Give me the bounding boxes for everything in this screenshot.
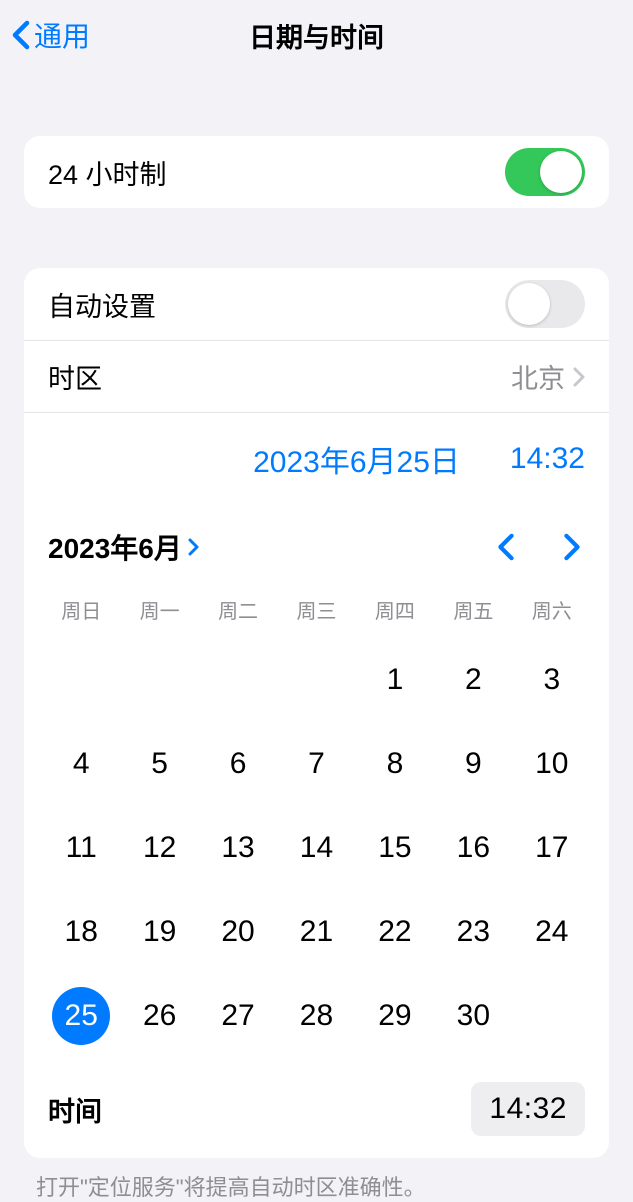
chevron-right-icon: [573, 367, 585, 387]
calendar-day[interactable]: 20: [199, 902, 277, 962]
picker-date-button[interactable]: 2023年6月25日: [253, 437, 460, 481]
calendar-day[interactable]: 1: [356, 650, 434, 710]
calendar-day[interactable]: 22: [356, 902, 434, 962]
calendar-day[interactable]: 4: [42, 734, 120, 794]
back-label: 通用: [34, 15, 90, 55]
picker-time-button[interactable]: 14:32: [510, 442, 585, 476]
calendar-day[interactable]: 30: [434, 986, 512, 1046]
calendar-empty-cell: [277, 650, 355, 710]
calendar-day[interactable]: 23: [434, 902, 512, 962]
chevron-right-icon: [188, 537, 200, 557]
calendar-day[interactable]: 5: [120, 734, 198, 794]
calendar-day[interactable]: 19: [120, 902, 198, 962]
calendar-day[interactable]: 29: [356, 986, 434, 1046]
timezone-label: 时区: [48, 357, 102, 396]
time-label: 时间: [48, 1090, 102, 1129]
back-button[interactable]: 通用: [0, 15, 90, 55]
calendar-day[interactable]: 13: [199, 818, 277, 878]
calendar-day[interactable]: 6: [199, 734, 277, 794]
calendar-day[interactable]: 8: [356, 734, 434, 794]
calendar-day[interactable]: 3: [513, 650, 591, 710]
twenty-four-hour-label: 24 小时制: [48, 153, 167, 192]
timezone-row[interactable]: 时区 北京: [24, 340, 609, 412]
calendar-day[interactable]: 26: [120, 986, 198, 1046]
calendar-day[interactable]: 21: [277, 902, 355, 962]
chevron-left-icon: [12, 20, 30, 50]
calendar-day[interactable]: 2: [434, 650, 512, 710]
calendar-weekday: 周六: [513, 589, 591, 630]
calendar-prev-button[interactable]: [493, 529, 519, 565]
time-value-button[interactable]: 14:32: [471, 1082, 585, 1136]
calendar-weekday: 周五: [434, 589, 512, 630]
calendar-weekday: 周一: [120, 589, 198, 630]
twenty-four-hour-row: 24 小时制: [24, 136, 609, 208]
calendar-weekday: 周二: [199, 589, 277, 630]
calendar-next-button[interactable]: [559, 529, 585, 565]
calendar-day[interactable]: 7: [277, 734, 355, 794]
calendar-day[interactable]: 16: [434, 818, 512, 878]
calendar-month-label: 2023年6月: [48, 527, 182, 567]
calendar-day[interactable]: 27: [199, 986, 277, 1046]
calendar-day[interactable]: 18: [42, 902, 120, 962]
calendar-day[interactable]: 17: [513, 818, 591, 878]
calendar-empty-cell: [120, 650, 198, 710]
calendar-day[interactable]: 9: [434, 734, 512, 794]
auto-set-toggle[interactable]: [505, 280, 585, 328]
calendar-weekday: 周四: [356, 589, 434, 630]
calendar-weekday: 周日: [42, 589, 120, 630]
calendar-empty-cell: [199, 650, 277, 710]
calendar-day[interactable]: 14: [277, 818, 355, 878]
auto-set-label: 自动设置: [48, 285, 156, 324]
calendar-empty-cell: [42, 650, 120, 710]
calendar-day[interactable]: 11: [42, 818, 120, 878]
calendar-day[interactable]: 12: [120, 818, 198, 878]
calendar-month-button[interactable]: 2023年6月: [48, 527, 200, 567]
calendar-day[interactable]: 15: [356, 818, 434, 878]
calendar-day[interactable]: 28: [277, 986, 355, 1046]
footer-note: 打开"定位服务"将提高自动时区准确性。: [36, 1170, 597, 1202]
calendar-day[interactable]: 25: [42, 986, 120, 1046]
page-title: 日期与时间: [0, 16, 633, 55]
calendar-day[interactable]: 10: [513, 734, 591, 794]
calendar-weekday: 周三: [277, 589, 355, 630]
calendar-day[interactable]: 24: [513, 902, 591, 962]
timezone-value: 北京: [511, 357, 565, 396]
twenty-four-hour-toggle[interactable]: [505, 148, 585, 196]
auto-set-row: 自动设置: [24, 268, 609, 340]
